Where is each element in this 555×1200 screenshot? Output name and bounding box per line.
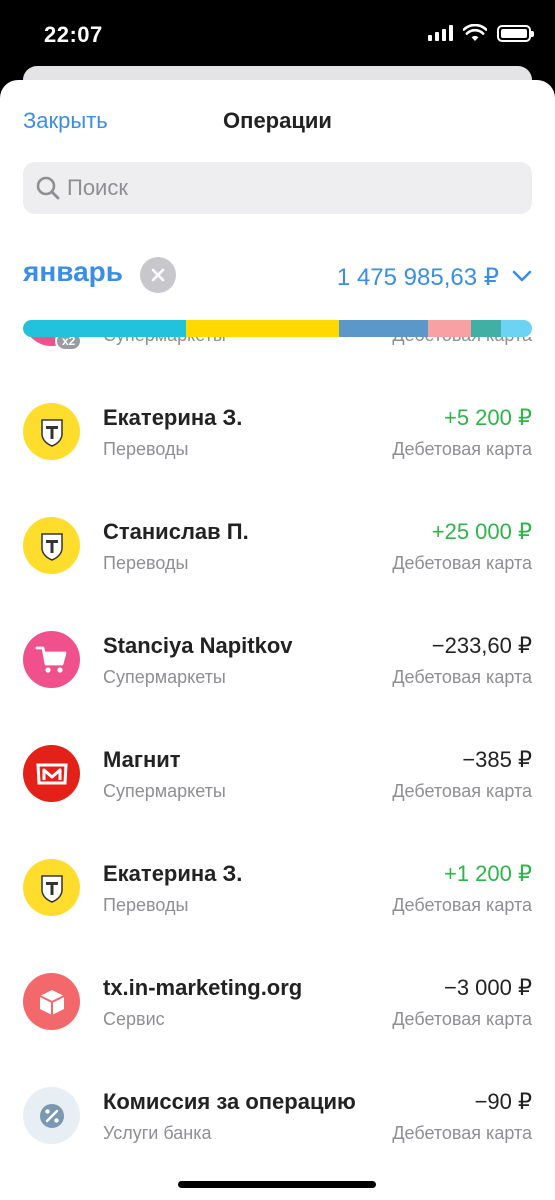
signal-icon xyxy=(428,25,453,41)
operation-category: Переводы xyxy=(103,553,189,573)
magnit-logo-icon xyxy=(34,760,70,788)
list-item[interactable]: Станислав П. Переводы +25 000 ₽ Дебетовая к… xyxy=(0,485,555,599)
merchant-avatar xyxy=(23,517,80,574)
merchant-avatar xyxy=(23,973,80,1030)
operation-category: Сервис xyxy=(103,1009,165,1029)
close-icon xyxy=(151,268,165,282)
operation-title: Stanciya Napitkov xyxy=(103,633,293,658)
operation-account: Дебетовая карта xyxy=(392,781,532,801)
operation-title: Екатерина З. xyxy=(103,861,243,886)
operation-account: Дебетовая карта xyxy=(392,1009,532,1029)
clear-filter-button[interactable] xyxy=(140,257,176,293)
operation-account: Дебетовая карта xyxy=(392,667,532,687)
category-segment xyxy=(23,320,186,337)
category-segment xyxy=(338,320,428,337)
operation-title: Станислав П. xyxy=(103,519,249,544)
search-bar[interactable] xyxy=(23,162,532,214)
month-filter[interactable]: январь xyxy=(23,256,123,288)
operation-amount: −385 ₽ xyxy=(462,747,532,772)
operation-account: Дебетовая карта xyxy=(392,895,532,915)
operation-category: Переводы xyxy=(103,439,189,459)
status-bar: 22:07 xyxy=(0,0,555,70)
operation-title: Комиссия за операцию xyxy=(103,1089,356,1114)
merchant-avatar xyxy=(23,1087,80,1144)
category-segment xyxy=(427,320,471,337)
page-title: Операции xyxy=(223,108,332,133)
operation-category: Услуги банка xyxy=(103,1123,212,1143)
wifi-icon xyxy=(463,24,487,41)
category-segment xyxy=(185,320,339,337)
operation-category: Супермаркеты xyxy=(103,337,226,346)
period-total[interactable]: 1 475 985,63 ₽ xyxy=(337,263,499,292)
list-item[interactable]: Екатерина З. Переводы +5 200 ₽ Дебетовая ка… xyxy=(0,371,555,485)
operation-amount: −233,60 ₽ xyxy=(431,633,532,658)
merchant-avatar xyxy=(23,745,80,802)
list-item[interactable]: x2 Супермаркеты Дебетовая карта xyxy=(0,337,555,371)
operation-amount: −3 000 ₽ xyxy=(443,975,532,1000)
merchant-avatar xyxy=(23,859,80,916)
operation-account: Дебетовая карта xyxy=(392,1123,532,1143)
operation-title: tx.in-marketing.org xyxy=(103,975,303,1000)
list-item[interactable]: Stanciya Napitkov Супермаркеты −233,60 ₽ Де… xyxy=(0,599,555,713)
operations-list[interactable]: x2СупермаркетыДебетовая картаЕкатерина З… xyxy=(0,337,555,1200)
cart-icon xyxy=(35,645,69,675)
list-item[interactable]: Магнит Супермаркеты −385 ₽ Дебетовая карта xyxy=(0,713,555,827)
operation-amount: +25 000 ₽ xyxy=(431,519,532,544)
tinkoff-logo-icon xyxy=(35,415,69,449)
operation-amount: +5 200 ₽ xyxy=(443,405,532,430)
chevron-down-icon[interactable] xyxy=(511,268,533,284)
search-icon xyxy=(36,176,60,200)
list-item[interactable]: tx.in-marketing.org Сервис −3 000 ₽ Дебетов… xyxy=(0,941,555,1055)
operation-title: Магнит xyxy=(103,747,181,772)
status-icons xyxy=(428,24,534,42)
operation-category: Супермаркеты xyxy=(103,667,226,687)
operation-amount: +1 200 ₽ xyxy=(443,861,532,886)
percent-icon xyxy=(37,1101,67,1131)
operation-title: Екатерина З. xyxy=(103,405,243,430)
list-item[interactable]: Комиссия за операцию Услуги банка −90 ₽ Деб… xyxy=(0,1055,555,1169)
merchant-avatar xyxy=(23,631,80,688)
search-input[interactable] xyxy=(67,175,507,201)
operation-amount: −90 ₽ xyxy=(474,1089,532,1114)
count-badge: x2 xyxy=(55,337,83,351)
operation-account: Дебетовая карта xyxy=(392,337,532,346)
status-time: 22:07 xyxy=(44,22,103,47)
category-segment xyxy=(501,320,532,337)
operations-sheet: Закрыть Операции январь 1 475 985,63 ₽ x… xyxy=(0,80,555,1200)
list-item[interactable]: Екатерина З. Переводы +1 200 ₽ Дебетовая ка… xyxy=(0,827,555,941)
box-icon xyxy=(36,987,68,1017)
operation-account: Дебетовая карта xyxy=(392,553,532,573)
merchant-avatar xyxy=(23,403,80,460)
tinkoff-logo-icon xyxy=(35,529,69,563)
tinkoff-logo-icon xyxy=(35,871,69,905)
operation-account: Дебетовая карта xyxy=(392,439,532,459)
operation-category: Переводы xyxy=(103,895,189,915)
operation-category: Супермаркеты xyxy=(103,781,226,801)
category-breakdown-bar[interactable] xyxy=(23,320,532,337)
home-indicator xyxy=(178,1181,376,1188)
category-segment xyxy=(470,320,502,337)
battery-icon xyxy=(497,24,534,42)
